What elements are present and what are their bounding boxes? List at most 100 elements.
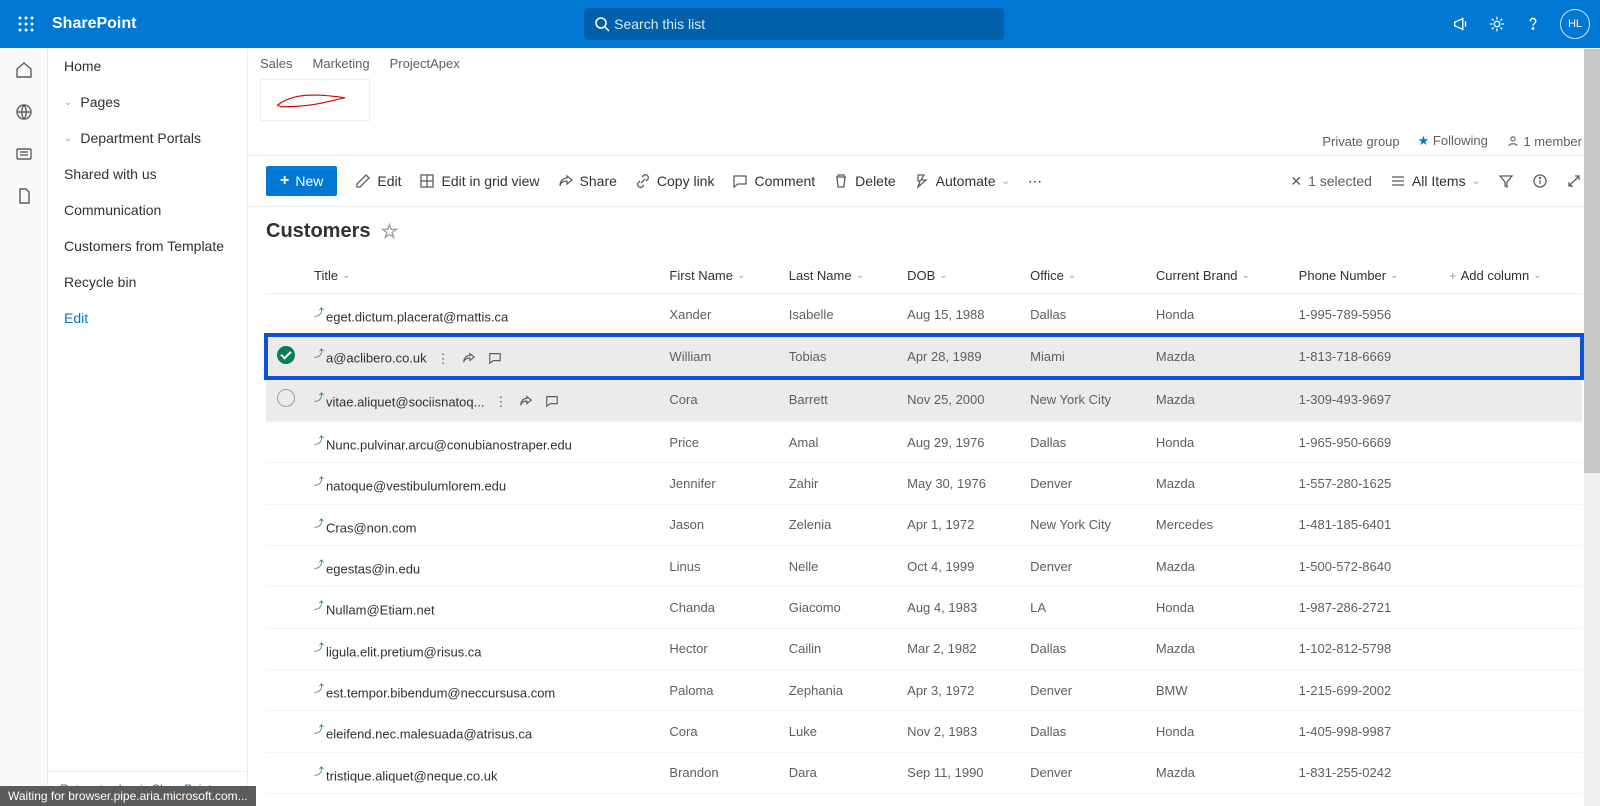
column-header[interactable]: DOB⌄ [899,258,1022,294]
table-row[interactable]: ⤴eget.dictum.placerat@mattis.caXanderIsa… [266,294,1582,335]
cell-title[interactable]: Cras@non.com [326,520,417,535]
table-row[interactable]: ⤴tristique.aliquet@neque.co.ukBrandonDar… [266,752,1582,793]
row-selected-icon[interactable] [277,346,295,364]
delete-button[interactable]: Delete [833,173,895,189]
cell-first: Brandon [661,752,780,793]
cell-brand: Mazda [1148,545,1291,586]
column-header[interactable]: First Name⌄ [661,258,780,294]
left-nav-edit[interactable]: Edit [48,300,247,336]
table-row[interactable]: ⤴a@aclibero.co.uk⋮WilliamTobiasApr 28, 1… [266,335,1582,378]
row-comment-icon[interactable] [545,394,559,411]
table-row[interactable]: ⤴Nunc.pulvinar.arcu@conubianostraper.edu… [266,421,1582,462]
gear-icon[interactable] [1488,15,1506,33]
cell-title[interactable]: natoque@vestibulumlorem.edu [326,479,506,494]
table-row[interactable]: ⤴ligula.elit.pretium@risus.caHectorCaili… [266,628,1582,669]
brand-name[interactable]: SharePoint [52,15,136,33]
column-header[interactable]: Last Name⌄ [781,258,899,294]
following-toggle[interactable]: ★ Following [1418,133,1488,149]
scrollbar[interactable] [1584,48,1600,806]
megaphone-icon[interactable] [1452,15,1470,33]
globe-icon[interactable] [14,102,34,122]
left-nav-item[interactable]: Recycle bin [48,264,247,300]
row-comment-icon[interactable] [488,351,502,368]
row-select-circle[interactable] [277,389,295,407]
cell-title[interactable]: a@aclibero.co.uk [326,351,427,366]
cell-title[interactable]: eget.dictum.placerat@mattis.ca [326,309,508,324]
members-count[interactable]: 1 member [1506,134,1582,149]
expand-icon[interactable] [1566,173,1582,189]
table-row[interactable]: ⤴Nullam@Etiam.netChandaGiacomoAug 4, 198… [266,587,1582,628]
table-row[interactable]: ⤴egestas@in.eduLinusNelleOct 4, 1999Denv… [266,545,1582,586]
left-nav-item[interactable]: Communication [48,192,247,228]
link-indicator-icon: ⤴ [314,436,324,447]
cell-office: Denver [1022,752,1148,793]
cell-brand: Honda [1148,421,1291,462]
row-more-icon[interactable]: ⋮ [437,351,450,368]
edit-button[interactable]: Edit [355,173,401,189]
cell-title[interactable]: Nullam@Etiam.net [326,603,435,618]
favorite-icon[interactable]: ☆ [380,219,398,244]
search-input[interactable] [614,16,994,32]
row-share-icon[interactable] [519,394,533,411]
left-nav-item[interactable]: Customers from Template [48,228,247,264]
files-icon[interactable] [14,186,34,206]
app-launcher-icon[interactable] [10,8,42,40]
table-row[interactable]: ⤴vitae.aliquet@sociisnatoq...⋮CoraBarret… [266,378,1582,421]
help-icon[interactable] [1524,15,1542,33]
left-nav-item[interactable]: ⌄Department Portals [48,120,247,156]
edit-grid-button[interactable]: Edit in grid view [419,173,539,189]
user-avatar[interactable]: HL [1560,9,1590,39]
table-row[interactable]: ⤴Cras@non.comJasonZeleniaApr 1, 1972New … [266,504,1582,545]
info-icon[interactable] [1532,173,1548,189]
cell-title[interactable]: est.tempor.bibendum@neccursusa.com [326,685,555,700]
cell-office: Dallas [1022,628,1148,669]
row-more-icon[interactable]: ⋮ [494,394,507,411]
cell-title[interactable]: ligula.elit.pretium@risus.ca [326,644,482,659]
cell-phone: 1-831-255-0242 [1291,752,1441,793]
cell-brand: BMW [1148,793,1291,806]
table-row[interactable]: ⤴eleifend.nec.malesuada@atrisus.caCoraLu… [266,711,1582,752]
link-indicator-icon: ⤴ [314,601,324,612]
column-header[interactable]: Phone Number⌄ [1291,258,1441,294]
column-header[interactable]: Office⌄ [1022,258,1148,294]
automate-button[interactable]: Automate ⌄ [914,173,1010,189]
hub-nav-item[interactable]: ProjectApex [390,56,460,71]
cell-phone: 1-977-946-8825 [1291,793,1441,806]
filter-icon[interactable] [1498,173,1514,189]
table-row[interactable]: ⤴augue@luctuslobortisClass.co.ukCatherin… [266,793,1582,806]
link-indicator-icon: ⤴ [314,767,324,778]
cell-title[interactable]: eleifend.nec.malesuada@atrisus.ca [326,727,532,742]
cell-phone: 1-965-950-6669 [1291,421,1441,462]
add-column-button[interactable]: +Add column⌄ [1441,258,1582,294]
site-logo[interactable] [260,79,370,121]
table-row[interactable]: ⤴natoque@vestibulumlorem.eduJenniferZahi… [266,463,1582,504]
left-nav-item[interactable]: ⌄Pages [48,84,247,120]
hub-nav-item[interactable]: Marketing [313,56,370,71]
cell-brand: Mazda [1148,628,1291,669]
cell-office: Miami [1022,335,1148,378]
copy-link-button[interactable]: Copy link [635,173,715,189]
view-selector[interactable]: All Items ⌄ [1390,173,1480,189]
left-nav-item[interactable]: Shared with us [48,156,247,192]
column-header[interactable]: Current Brand⌄ [1148,258,1291,294]
more-button[interactable]: ⋯ [1028,173,1042,190]
cell-title[interactable]: Nunc.pulvinar.arcu@conubianostraper.edu [326,437,572,452]
cell-title[interactable]: egestas@in.edu [326,561,420,576]
cell-title[interactable]: vitae.aliquet@sociisnatoq... [326,394,484,409]
row-share-icon[interactable] [462,351,476,368]
cell-title[interactable]: tristique.aliquet@neque.co.uk [326,768,497,783]
hub-nav-item[interactable]: Sales [260,56,293,71]
clear-selection[interactable]: ✕ 1 selected [1290,173,1372,190]
news-icon[interactable] [14,144,34,164]
comment-button[interactable]: Comment [732,173,815,189]
column-header[interactable]: Title⌄ [306,258,661,294]
cell-brand: Honda [1148,711,1291,752]
search-box[interactable] [584,8,1004,40]
share-button[interactable]: Share [558,173,617,189]
left-nav-item[interactable]: Home [48,48,247,84]
new-button[interactable]: +New [266,166,337,196]
home-icon[interactable] [14,60,34,80]
table-row[interactable]: ⤴est.tempor.bibendum@neccursusa.comPalom… [266,669,1582,710]
cell-office: Toronto [1022,793,1148,806]
cell-phone: 1-557-280-1625 [1291,463,1441,504]
